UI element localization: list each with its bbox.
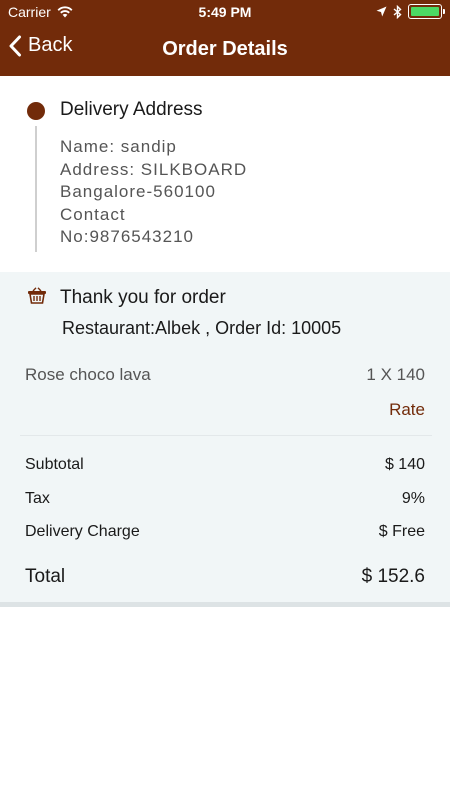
total-row: Total $ 152.6	[25, 566, 425, 588]
total-value: $ 152.6	[361, 566, 425, 587]
item-name: Rose choco lava	[25, 365, 151, 384]
timeline-line	[35, 126, 37, 252]
rate-button[interactable]: Rate	[389, 400, 425, 420]
delivery-address-heading: Delivery Address	[60, 99, 203, 120]
delivery-charge-label: Delivery Charge	[25, 523, 140, 540]
address-street: Address: SILKBOARD	[60, 159, 248, 179]
address-contact-number: No:9876543210	[60, 227, 195, 246]
dot-icon	[27, 102, 45, 120]
location-arrow-icon	[376, 6, 387, 17]
section-bottom-border	[0, 602, 450, 607]
item-quantity-price: 1 X 140	[366, 365, 425, 384]
total-label: Total	[25, 566, 66, 587]
order-summary-section: Thank you for order Restaurant:Albek , O…	[0, 272, 450, 602]
delivery-charge-value: $ Free	[378, 523, 425, 540]
list-item: Rose choco lava 1 X 140	[25, 365, 425, 387]
delivery-charge-row: Delivery Charge $ Free	[25, 523, 425, 545]
divider	[20, 435, 432, 436]
subtotal-label: Subtotal	[25, 456, 84, 473]
battery-level	[410, 6, 439, 16]
status-right-icons	[376, 4, 445, 19]
tax-value: 9%	[401, 490, 425, 507]
page-title: Order Details	[162, 38, 288, 60]
address-contact-label: Contact	[60, 204, 126, 224]
tax-row: Tax 9%	[25, 490, 425, 512]
nav-bar: Back Order Details	[0, 24, 450, 76]
delivery-address-section: Delivery Address Name: sandip Address: S…	[0, 76, 450, 272]
subtotal-row: Subtotal $ 140	[25, 456, 425, 478]
battery-icon	[408, 4, 445, 19]
thank-you-message: Thank you for order	[60, 287, 226, 308]
subtotal-value: $ 140	[384, 456, 425, 473]
status-bar: Carrier 5:49 PM	[0, 0, 450, 24]
basket-icon	[28, 287, 46, 304]
address-details: Name: sandip Address: SILKBOARD Bangalor…	[60, 136, 247, 249]
address-city: Bangalore-560100	[60, 182, 216, 201]
bluetooth-icon	[393, 4, 402, 19]
address-name: Name: sandip	[60, 137, 177, 156]
app-header: Carrier 5:49 PM Back Order Details	[0, 0, 450, 76]
tax-label: Tax	[25, 490, 50, 507]
restaurant-order-id: Restaurant:Albek , Order Id: 10005	[62, 318, 342, 338]
